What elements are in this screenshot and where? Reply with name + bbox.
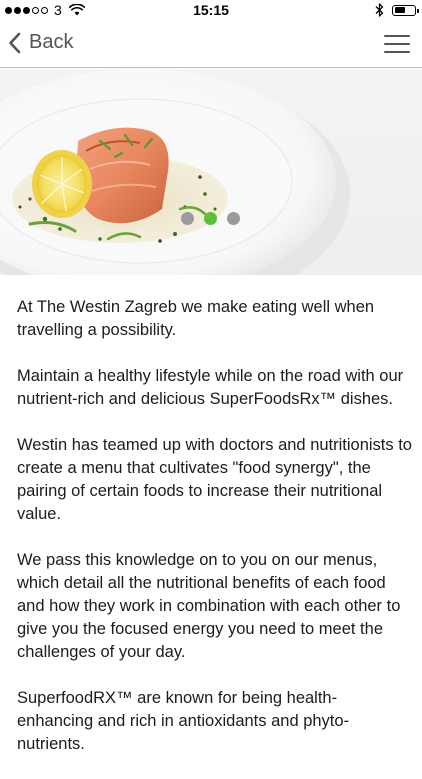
status-right	[375, 3, 419, 17]
paragraph: We pass this knowledge on to you on our …	[17, 551, 401, 661]
status-time: 15:15	[193, 2, 229, 18]
salmon-dish-image	[0, 69, 350, 275]
carousel-page-dot[interactable]	[227, 212, 240, 225]
carousel-pager	[181, 212, 240, 225]
back-label: Back	[29, 31, 74, 53]
carousel-page-dot-active[interactable]	[204, 212, 217, 225]
paragraph: SuperfoodRX™ are known for being health-…	[17, 689, 350, 753]
battery-level	[394, 7, 406, 13]
menu-line	[384, 43, 410, 45]
carousel-page-dot[interactable]	[181, 212, 194, 225]
description-content: At The Westin Zagreb we make eating well…	[17, 296, 412, 779]
back-button[interactable]: Back	[8, 31, 73, 54]
paragraph: At The Westin Zagreb we make eating well…	[17, 298, 375, 339]
paragraph: Westin has teamed up with doctors and nu…	[17, 436, 412, 523]
paragraph: Maintain a healthy lifestyle while on th…	[17, 367, 404, 408]
hero-image-carousel[interactable]	[0, 69, 422, 275]
hamburger-menu-icon[interactable]	[384, 35, 410, 53]
bluetooth-icon	[375, 3, 384, 17]
status-bar: 3 15:15	[0, 0, 422, 20]
battery-icon	[392, 4, 419, 16]
menu-line	[384, 51, 410, 53]
menu-line	[384, 35, 410, 37]
navigation-bar: Back	[0, 20, 422, 68]
chevron-left-icon	[9, 32, 21, 53]
